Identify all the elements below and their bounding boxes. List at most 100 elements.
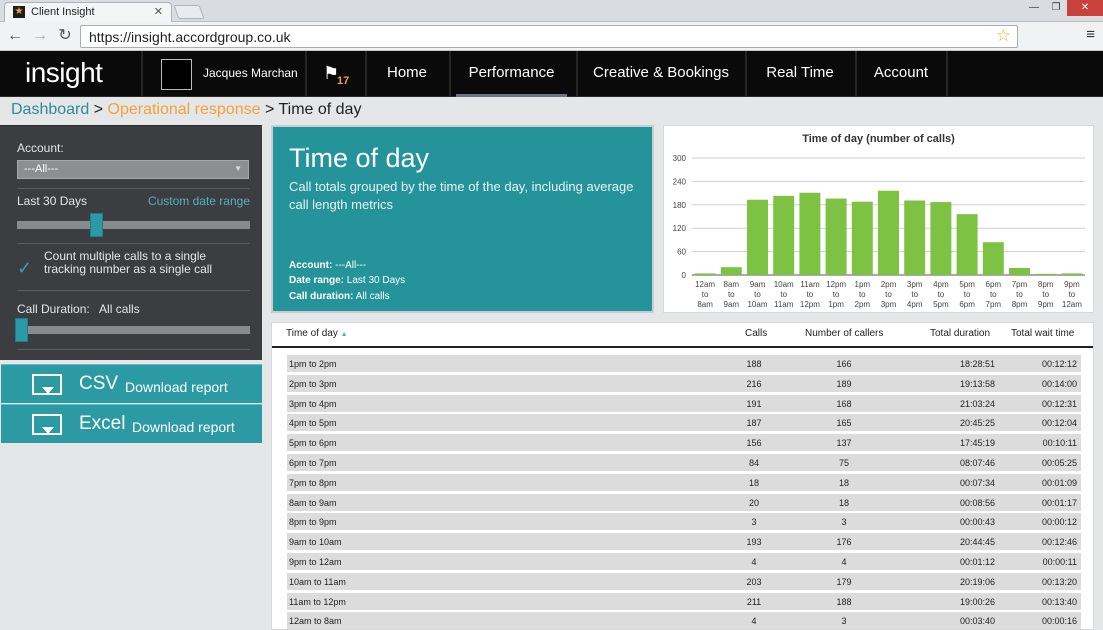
column-header-time-label: Time of day [286, 328, 338, 339]
cell-calls: 193 [746, 537, 762, 548]
bar[interactable] [773, 195, 795, 275]
close-tab-icon[interactable]: ✕ [154, 5, 163, 18]
bar[interactable] [825, 198, 847, 275]
cell-duration: 17:45:19 [959, 438, 995, 449]
column-header-callers[interactable]: Number of callers [805, 328, 883, 339]
cell-time: 8am to 9am [289, 497, 337, 508]
csv-download-button[interactable]: CSV Download report [1, 364, 262, 403]
cell-callers: 189 [836, 378, 852, 389]
account-select[interactable]: ---All--- ▼ [17, 160, 249, 179]
address-bar[interactable]: https://insight.accordgroup.co.uk ☆ [80, 25, 1018, 48]
table-row[interactable]: 6pm to 7pm 84 75 08:07:46 00:05:25 [287, 454, 1081, 471]
bar[interactable] [878, 190, 899, 275]
table-row[interactable]: 1pm to 2pm 188 166 18:28:51 00:12:12 [287, 355, 1081, 372]
column-header-calls[interactable]: Calls [745, 328, 767, 339]
breadcrumb-operational-response[interactable]: Operational response [108, 101, 261, 118]
reload-icon[interactable]: ↻ [55, 26, 75, 46]
bar[interactable] [851, 201, 873, 275]
bar[interactable] [1035, 273, 1057, 275]
nav-real-time[interactable]: Real Time [752, 51, 848, 97]
meta-date-range: Date range: Last 30 Days [289, 275, 405, 286]
table-row[interactable]: 11am to 12pm 211 188 19:00:26 00:13:40 [287, 592, 1081, 610]
breadcrumb-dashboard[interactable]: Dashboard [11, 101, 89, 118]
x-tick-label: 12pm [800, 300, 820, 309]
logo[interactable]: insight [25, 57, 103, 89]
table-row[interactable]: 12am to 8am 4 3 00:03:40 00:00:16 [287, 612, 1081, 629]
notification-count: 17 [337, 75, 350, 87]
bar[interactable] [956, 214, 978, 275]
duration-slider[interactable] [15, 318, 250, 342]
x-tick-label: 11am [774, 300, 794, 309]
nav-home[interactable]: Home [370, 51, 444, 97]
bar[interactable] [982, 242, 1004, 275]
cell-callers: 18 [838, 477, 849, 488]
cell-callers: 168 [836, 398, 852, 409]
y-tick-label: 240 [673, 177, 687, 186]
table-row[interactable]: 8pm to 9pm 3 3 00:00:43 00:00:12 [287, 513, 1081, 531]
table-row[interactable]: 3pm to 4pm 191 168 21:03:24 00:12:31 [287, 394, 1081, 412]
table-row[interactable]: 4pm to 5pm 187 165 20:45:25 00:12:04 [287, 414, 1081, 432]
browser-menu-icon[interactable]: ≡ [1086, 26, 1095, 43]
nav-performance[interactable]: Performance [456, 51, 567, 97]
close-window-icon[interactable]: ✕ [1067, 0, 1103, 16]
app-header: insight Jacques Marchan ⚑ 17 Home Perfor… [0, 51, 1103, 97]
checkmark-icon[interactable]: ✓ [17, 258, 32, 279]
meta-account-value: ---All--- [335, 260, 367, 271]
excel-download-button[interactable]: Excel Download report [1, 404, 262, 443]
browser-tab[interactable]: ★ Client Insight ✕ [4, 2, 172, 22]
duration-slider-handle[interactable] [15, 318, 28, 342]
avatar[interactable] [161, 59, 192, 90]
x-tick-label: 5pm [933, 300, 949, 309]
call-duration-label: Call Duration: All calls [17, 302, 140, 316]
bookmark-star-icon[interactable]: ☆ [996, 26, 1011, 46]
table-row[interactable]: 2pm to 3pm 216 189 19:13:58 00:14:00 [287, 374, 1081, 392]
table-row[interactable]: 5pm to 6pm 156 137 17:45:19 00:10:11 [287, 434, 1081, 452]
nav-account[interactable]: Account [862, 51, 940, 97]
bar[interactable] [799, 192, 821, 275]
restore-icon[interactable]: ❐ [1045, 0, 1067, 16]
table-row[interactable]: 9pm to 12am 4 4 00:01:12 00:00:11 [287, 553, 1081, 570]
period-slider[interactable] [17, 213, 250, 237]
x-tick-label: 2pm [855, 300, 871, 309]
bar[interactable] [1061, 273, 1083, 275]
back-icon[interactable]: ← [5, 26, 25, 46]
cell-calls: 191 [746, 398, 762, 409]
new-tab-button[interactable] [173, 5, 205, 19]
cell-duration: 20:19:06 [959, 576, 995, 587]
forward-icon[interactable]: → [30, 26, 50, 46]
bar[interactable] [1009, 267, 1030, 275]
table-row[interactable]: 9am to 10am 193 176 20:44:45 00:12:46 [287, 533, 1081, 551]
x-tick-label: to [1016, 290, 1023, 299]
divider [17, 349, 250, 350]
sort-ascending-icon[interactable]: ▲ [341, 331, 348, 338]
x-tick-label: 3pm [907, 280, 923, 289]
column-header-time[interactable]: Time of day ▲ [286, 328, 348, 339]
period-slider-handle[interactable] [89, 213, 103, 237]
cell-calls: 187 [746, 418, 762, 429]
table-row[interactable]: 7pm to 8pm 18 18 00:07:34 00:01:09 [287, 473, 1081, 491]
cell-duration: 00:01:12 [959, 557, 995, 567]
custom-date-range-link[interactable]: Custom date range [148, 194, 250, 208]
bar[interactable] [747, 199, 768, 275]
bar[interactable] [720, 267, 742, 275]
table-row[interactable]: 8am to 9am 20 18 00:08:56 00:01:17 [287, 493, 1081, 511]
x-tick-label: to [859, 290, 866, 299]
cell-calls: 188 [746, 359, 762, 369]
column-header-wait[interactable]: Total wait time [1011, 328, 1074, 339]
table-row[interactable]: 10am to 11am 203 179 20:19:06 00:13:20 [287, 572, 1081, 590]
meta-range-label: Date range: [289, 275, 345, 286]
bar[interactable] [930, 202, 952, 275]
nav-creative-bookings[interactable]: Creative & Bookings [584, 51, 738, 97]
cell-duration: 20:44:45 [959, 537, 995, 548]
user-name[interactable]: Jacques Marchan [203, 66, 298, 80]
minimize-icon[interactable]: — [1023, 0, 1045, 16]
bar[interactable] [904, 200, 926, 275]
column-header-duration[interactable]: Total duration [930, 328, 990, 339]
account-label: Account: [17, 141, 64, 155]
period-label: Last 30 Days [17, 194, 88, 208]
cell-time: 9am to 10am [289, 537, 342, 548]
x-tick-label: to [807, 290, 814, 299]
count-multiple-label[interactable]: Count multiple calls to a single trackin… [44, 250, 244, 276]
meta-duration-label: Call duration: [289, 291, 354, 302]
bar[interactable] [694, 273, 716, 275]
